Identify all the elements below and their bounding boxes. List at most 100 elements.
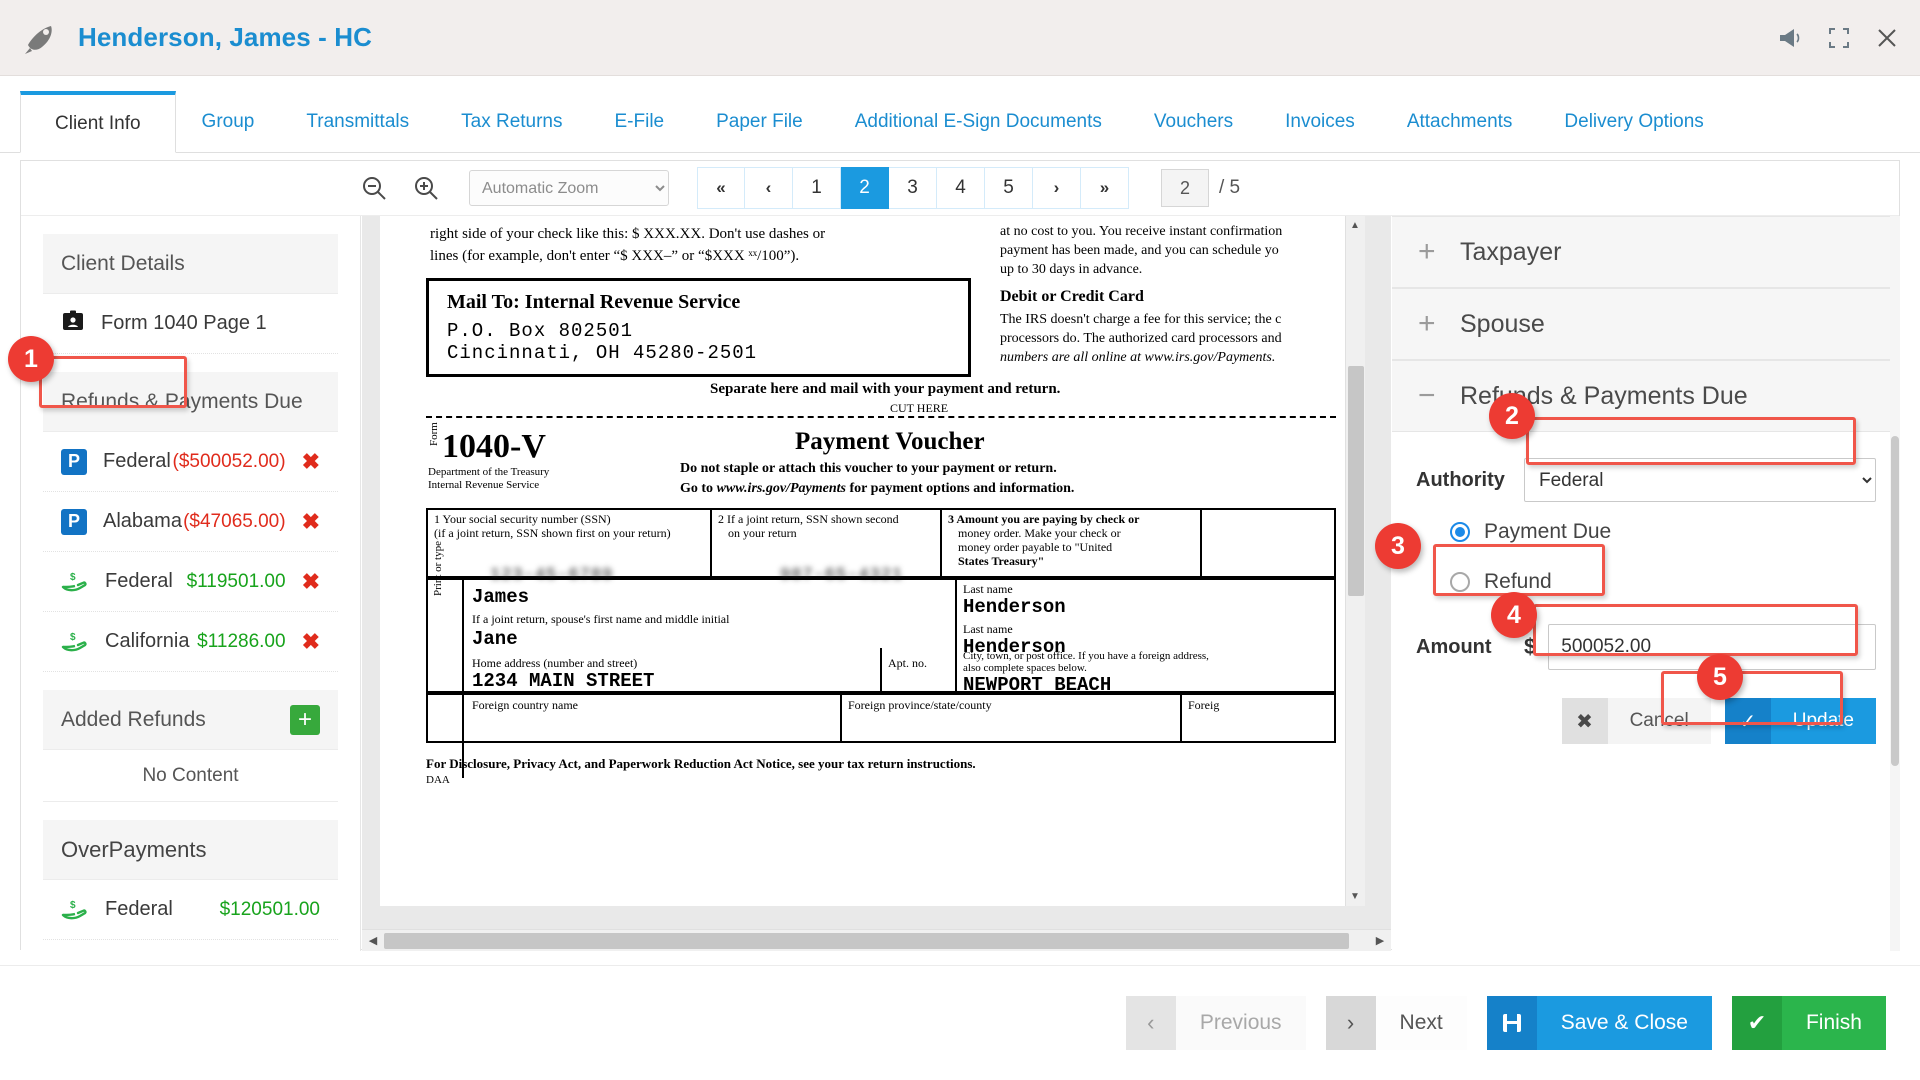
pdf-toolbar: Automatic Zoom « ‹ 1 2 3 4 5 › » 2 / 5	[21, 161, 1899, 216]
panel-scroll-thumb[interactable]	[1891, 436, 1899, 766]
pdf-right-col-6: numbers are all online at www.irs.gov/Pa…	[1000, 350, 1276, 365]
radio-payment-due-row[interactable]: Payment Due	[1450, 520, 1876, 544]
next-button[interactable]: › Next	[1325, 996, 1467, 1050]
page-title: Henderson, James - HC	[78, 22, 372, 52]
finish-button[interactable]: ✔ Finish	[1731, 996, 1886, 1050]
pdf-right-col-4: The IRS doesn't charge a fee for this se…	[1000, 312, 1282, 327]
row-label: California	[105, 630, 190, 652]
table-row[interactable]: P Federal ($500052.00) ✖	[43, 432, 338, 492]
h-scroll-thumb[interactable]	[384, 933, 1349, 949]
amount-row: Amount $	[1416, 624, 1876, 670]
scroll-right-icon[interactable]: ▶	[1369, 934, 1391, 947]
pdf-voucher-title: Payment Voucher	[795, 428, 985, 455]
details-panel: + Taxpayer + Spouse − Refunds & Payments…	[1392, 216, 1900, 951]
check-icon: ✔	[1731, 996, 1782, 1050]
client-details-header: Client Details	[43, 234, 338, 294]
footer-bar: ‹ Previous › Next Save & Close ✔ Finish	[0, 965, 1920, 1080]
table-row[interactable]: $ Federal $120501.00	[43, 880, 338, 940]
zoom-select[interactable]: Automatic Zoom	[469, 170, 669, 206]
content-area: Automatic Zoom « ‹ 1 2 3 4 5 › » 2 / 5 C…	[20, 160, 1900, 951]
row-label: Federal	[105, 570, 173, 592]
accordion-spouse[interactable]: + Spouse	[1392, 288, 1900, 360]
tab-efile[interactable]: E-File	[589, 92, 691, 152]
accordion-refunds-payments[interactable]: − Refunds & Payments Due	[1392, 360, 1900, 432]
pdf-horizontal-scrollbar[interactable]: ◀ ▶	[362, 929, 1391, 951]
cancel-button[interactable]: ✖ Cancel	[1561, 698, 1711, 744]
tab-attachments[interactable]: Attachments	[1381, 92, 1539, 152]
remove-row-icon[interactable]: ✖	[302, 449, 320, 475]
refunds-payments-header: Refunds & Payments Due	[43, 372, 338, 432]
page-button-1[interactable]: 1	[793, 167, 841, 209]
pdf-pager: « ‹ 1 2 3 4 5 › »	[697, 167, 1129, 209]
cancel-button-label: Cancel	[1607, 698, 1711, 744]
row-label: Alabama	[103, 510, 182, 532]
pdf-print-div	[462, 578, 464, 778]
megaphone-icon[interactable]	[1778, 27, 1802, 49]
save-and-close-button[interactable]: Save & Close	[1486, 996, 1712, 1050]
pdf-right-col-2: payment has been made, and you can sched…	[1000, 243, 1279, 258]
pdf-foreign-country-label: Foreign country name	[472, 698, 578, 712]
authority-select[interactable]: Federal	[1524, 458, 1876, 502]
tab-paper-file[interactable]: Paper File	[690, 92, 829, 152]
chevron-right-icon: ›	[1325, 996, 1376, 1050]
next-page-button[interactable]: ›	[1033, 167, 1081, 209]
pdf-right-heading: Debit or Credit Card	[1000, 288, 1144, 305]
title-bar: Henderson, James - HC	[0, 0, 1920, 76]
radio-payment-due[interactable]	[1450, 522, 1470, 542]
tab-vouchers[interactable]: Vouchers	[1128, 92, 1259, 152]
check-icon: ✓	[1724, 698, 1771, 744]
payment-p-icon: P	[61, 508, 87, 535]
remove-row-icon[interactable]: ✖	[302, 569, 320, 595]
prev-page-button[interactable]: ‹	[745, 167, 793, 209]
radio-refund[interactable]	[1450, 572, 1470, 592]
close-icon[interactable]	[1876, 27, 1898, 49]
pdf-vertical-scrollbar[interactable]: ▲ ▼	[1345, 216, 1365, 906]
sidebar-item-form-1040[interactable]: Form 1040 Page 1	[43, 294, 338, 354]
previous-button[interactable]: ‹ Previous	[1125, 996, 1306, 1050]
page-button-2[interactable]: 2	[841, 167, 889, 209]
last-page-button[interactable]: »	[1081, 167, 1129, 209]
tab-transmittals[interactable]: Transmittals	[280, 92, 435, 152]
panel-scrollbar[interactable]	[1890, 216, 1900, 951]
pdf-form-word: Form	[428, 422, 440, 446]
scroll-down-icon[interactable]: ▼	[1350, 891, 1360, 902]
tab-tax-returns[interactable]: Tax Returns	[435, 92, 588, 152]
zoom-in-icon[interactable]	[413, 175, 439, 201]
pdf-first-name: James	[472, 586, 530, 608]
remove-row-icon[interactable]: ✖	[302, 629, 320, 655]
pdf-city-hint-2: also complete spaces below.	[963, 662, 1087, 674]
scroll-left-icon[interactable]: ◀	[362, 934, 384, 947]
pdf-daa: DAA	[426, 774, 450, 786]
add-refund-button[interactable]: +	[290, 704, 320, 735]
table-row[interactable]: P Alabama ($47065.00) ✖	[43, 492, 338, 552]
table-row[interactable]: $ Federal $119501.00 ✖	[43, 552, 338, 612]
tab-invoices[interactable]: Invoices	[1259, 92, 1381, 152]
pdf-last-name: Henderson	[963, 596, 1066, 618]
tab-group[interactable]: Group	[176, 92, 281, 152]
table-row[interactable]: $ California $11286.00 ✖	[43, 612, 338, 672]
accordion-taxpayer[interactable]: + Taxpayer	[1392, 216, 1900, 288]
tab-additional-esign-documents[interactable]: Additional E-Sign Documents	[829, 92, 1128, 152]
page-button-4[interactable]: 4	[937, 167, 985, 209]
remove-row-icon[interactable]: ✖	[302, 509, 320, 535]
close-icon: ✖	[1561, 698, 1608, 744]
pdf-address: 1234 MAIN STREET	[472, 670, 655, 692]
tab-delivery-options[interactable]: Delivery Options	[1538, 92, 1729, 152]
radio-refund-row[interactable]: Refund	[1450, 570, 1876, 594]
zoom-out-icon[interactable]	[361, 175, 387, 201]
next-button-label: Next	[1375, 996, 1467, 1050]
sidebar-inner: Client Details Form 1040 Page 1 Refunds …	[21, 234, 360, 940]
page-button-5[interactable]: 5	[985, 167, 1033, 209]
page-number-input[interactable]: 2	[1161, 169, 1209, 207]
pdf-first-name-hint: If a joint return, spouse's first name a…	[472, 612, 730, 626]
pdf-dept-line-1: Department of the Treasury	[428, 466, 550, 478]
first-page-button[interactable]: «	[697, 167, 745, 209]
update-button[interactable]: ✓ Update	[1724, 698, 1876, 744]
tab-client-info[interactable]: Client Info	[20, 91, 176, 153]
scroll-up-icon[interactable]: ▲	[1350, 220, 1360, 231]
page-button-3[interactable]: 3	[889, 167, 937, 209]
chevron-left-icon: ‹	[1125, 996, 1176, 1050]
scroll-thumb[interactable]	[1348, 366, 1364, 596]
fullscreen-icon[interactable]	[1828, 27, 1850, 49]
